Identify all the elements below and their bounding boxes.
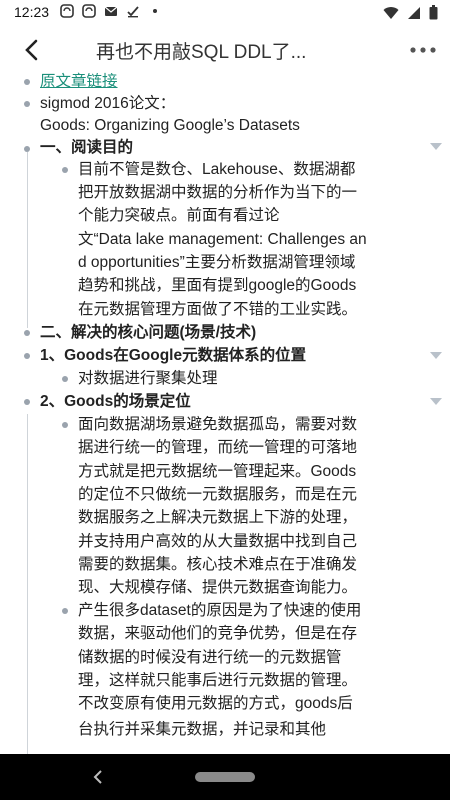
paragraph-line: 对数据进行聚集处理 xyxy=(78,370,218,387)
paragraph-line: 目前不管是数仓、Lakehouse、数据湖都 xyxy=(78,161,356,178)
bullet xyxy=(24,330,30,336)
paragraph-line: 现、大规模存储、提供元数据查询能力。 xyxy=(78,579,358,596)
more-options-icon[interactable] xyxy=(408,36,438,64)
bullet xyxy=(24,146,30,152)
section-heading-core-problem[interactable]: 二、解决的核心问题(场景/技术) xyxy=(40,321,256,344)
collapse-toggle-icon[interactable] xyxy=(430,143,442,150)
indent-guide xyxy=(27,414,28,754)
mail-icon xyxy=(104,6,118,16)
paper-title: Goods: Organizing Google’s Datasets xyxy=(40,117,300,134)
paragraph-line: 个能力突破点。前面有看过论 xyxy=(78,207,280,224)
paragraph-line: 数据，来驱动他们的竞争优势，但是在存 xyxy=(78,625,358,642)
paragraph-line: 产生很多dataset的原因是为了快速的使用 xyxy=(78,602,362,619)
paragraph-line: 储数据的时候没有进行统一的元数据管 xyxy=(78,649,342,666)
status-time: 12:23 xyxy=(14,4,50,20)
bullet xyxy=(62,376,68,382)
section-heading-position[interactable]: 1、Goods在Google元数据体系的位置 xyxy=(40,344,306,367)
paragraph-line: 把开放数据湖中数据的分析作为当下的一 xyxy=(78,184,358,201)
section-heading-scenario[interactable]: 2、Goods的场景定位 xyxy=(40,390,191,413)
paragraph-line: 理，这样就只能事后进行元数据的管理。 xyxy=(78,672,358,689)
article-link[interactable]: 原文章链接 xyxy=(40,72,118,93)
paragraph-line: 的定位不只做统一元数据服务，而是在元 xyxy=(78,486,358,503)
page-title: 再也不用敲SQL DDL了... xyxy=(96,42,307,63)
paragraph-line: d opportunities”主要分析数据湖管理领域 xyxy=(78,254,356,271)
nav-back-icon[interactable] xyxy=(90,767,106,787)
paragraph-line: 文“Data lake management: Challenges an xyxy=(78,231,367,248)
signal-icon xyxy=(408,6,420,19)
app-bar: 再也不用敲SQL DDL了... xyxy=(0,26,450,72)
wifi-icon xyxy=(383,6,399,19)
nav-home-pill[interactable] xyxy=(195,772,255,782)
paragraph-line: 不改变原有使用元数据的方式，goods后 xyxy=(78,695,353,712)
paragraph-line: 面向数据湖场景避免数据孤岛，需要对数 xyxy=(78,416,358,433)
sync-icon xyxy=(60,4,74,18)
paragraph-line: 趋势和挑战，里面有提到google的Goods xyxy=(78,277,357,294)
outline-content: 原文章链接 sigmod 2016论文： Goods: Organizing G… xyxy=(0,72,450,754)
system-icons xyxy=(383,5,438,20)
bullet xyxy=(62,608,68,614)
paragraph-line: 数据服务之上解决元数据上下游的处理， xyxy=(78,509,358,526)
check-icon xyxy=(127,6,139,18)
paragraph-line: 方式就是把元数据统一管理起来。Goods xyxy=(78,463,357,480)
paragraph-line: 台执行并采集元数据，并记录和其他 xyxy=(78,721,327,738)
bullet xyxy=(62,167,68,173)
bullet xyxy=(62,422,68,428)
bullet xyxy=(24,79,30,85)
collapse-toggle-icon[interactable] xyxy=(430,398,442,405)
bullet xyxy=(24,353,30,359)
paper-line: sigmod 2016论文： xyxy=(40,95,176,112)
paragraph-line: 在元数据管理方面做了不错的工业实践。 xyxy=(78,301,358,318)
paragraph-line: 并支持用户高效的从大量数据中找到自己 xyxy=(78,533,358,550)
dot-icon xyxy=(153,9,157,13)
sync-icon-2 xyxy=(82,4,96,18)
section-heading-purpose[interactable]: 一、阅读目的 xyxy=(40,136,133,159)
status-bar: 12:23 xyxy=(0,0,450,26)
back-arrow-icon[interactable] xyxy=(18,36,46,64)
system-nav-bar xyxy=(0,754,450,800)
bullet xyxy=(24,101,30,107)
bullet xyxy=(24,399,30,405)
indent-guide xyxy=(27,152,28,328)
paragraph-line: 需要的数据集。核心技术难点在于准确发 xyxy=(78,556,358,573)
paragraph-line: 据进行统一的管理，而统一管理的可落地 xyxy=(78,439,358,456)
collapse-toggle-icon[interactable] xyxy=(430,352,442,359)
notification-icons xyxy=(60,4,162,18)
battery-icon xyxy=(429,5,438,20)
